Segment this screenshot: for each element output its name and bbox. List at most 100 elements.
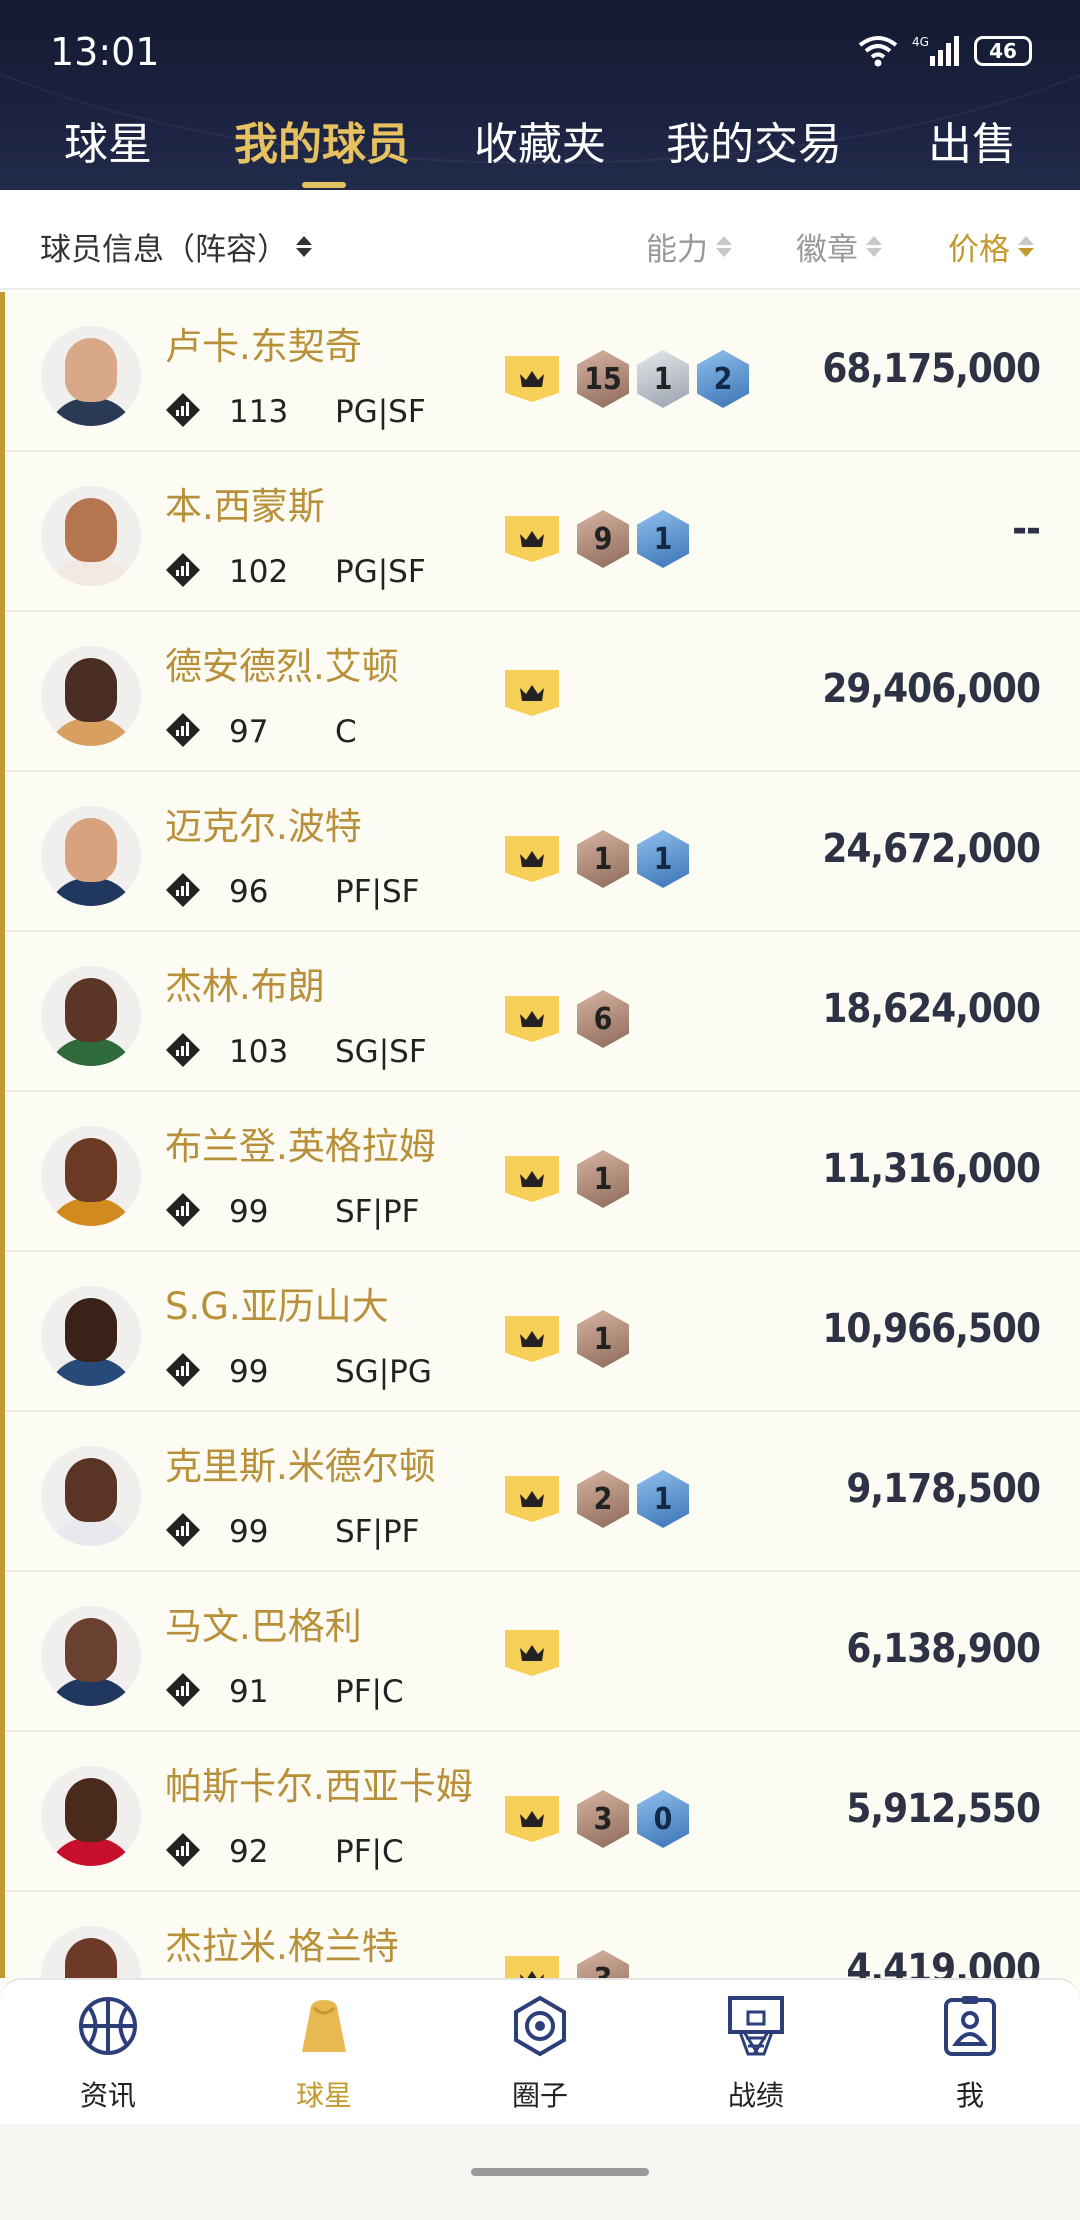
badge-bronze: 6 xyxy=(577,990,629,1048)
tab-my-trades[interactable]: 我的交易 xyxy=(666,108,842,172)
battery-icon: 46 xyxy=(974,36,1032,66)
crown-icon xyxy=(505,1316,559,1362)
tab-my-players[interactable]: 我的球员 xyxy=(234,108,410,172)
badge-bronze: 9 xyxy=(577,510,629,568)
player-position: SF|PF xyxy=(335,1194,420,1230)
player-list[interactable]: 卢卡.东契奇 113 PG|SF 15 1 2 68,175,000 本.西蒙斯 102 PG|S… xyxy=(0,292,1080,1978)
crown-icon xyxy=(505,1956,559,1978)
player-name: 帕斯卡尔.西亚卡姆 xyxy=(165,1765,473,1808)
sort-player-info[interactable]: 球员信息（阵容） xyxy=(40,224,312,269)
player-row[interactable]: 马文.巴格利 91 PF|C 6,138,900 xyxy=(5,1572,1080,1732)
player-ability: 92 xyxy=(229,1834,269,1870)
player-price: 4,419,000 xyxy=(846,1946,1041,1978)
sort-price[interactable]: 价格 xyxy=(948,224,1034,269)
player-avatar xyxy=(41,1126,141,1226)
badge-bronze: 1 xyxy=(577,830,629,888)
player-row[interactable]: 杰林.布朗 103 SG|SF 6 18,624,000 xyxy=(5,932,1080,1092)
player-avatar xyxy=(41,1286,141,1386)
player-ability: 99 xyxy=(229,1514,269,1550)
player-price: -- xyxy=(1012,506,1041,552)
nav-record[interactable]: 战绩 xyxy=(696,1994,816,2114)
nav-me-label: 我 xyxy=(955,2079,984,2112)
player-position: PF|SF xyxy=(335,874,420,910)
hexagon-circle-icon xyxy=(514,1995,566,2057)
player-ability: 99 xyxy=(229,1194,269,1230)
player-avatar xyxy=(41,1446,141,1546)
player-name: 马文.巴格利 xyxy=(165,1605,362,1648)
player-row[interactable]: 帕斯卡尔.西亚卡姆 92 PF|C 3 0 5,912,550 xyxy=(5,1732,1080,1892)
nav-circle[interactable]: 圈子 xyxy=(480,1994,600,2114)
crown-icon xyxy=(505,356,559,402)
player-ability: 96 xyxy=(229,874,269,910)
player-avatar xyxy=(41,1926,141,1978)
app-header: 13:01 4G 46 球星 我的球员 收藏夹 我的交易 出售 xyxy=(0,0,1080,190)
tab-favorites[interactable]: 收藏夹 xyxy=(474,108,606,172)
ability-diamond-icon xyxy=(166,553,200,587)
player-name: 杰林.布朗 xyxy=(165,965,325,1008)
wifi-icon xyxy=(858,36,898,67)
player-ability: 102 xyxy=(229,554,289,590)
sort-arrows-icon xyxy=(716,236,732,257)
player-ability: 97 xyxy=(229,714,269,750)
player-ability: 99 xyxy=(229,1354,269,1390)
player-position: C xyxy=(335,714,357,750)
sort-ability[interactable]: 能力 xyxy=(646,224,732,269)
nav-news[interactable]: 资讯 xyxy=(48,1994,168,2114)
nav-me[interactable]: 我 xyxy=(910,1994,1030,2114)
crown-icon xyxy=(505,836,559,882)
home-indicator[interactable] xyxy=(471,2168,649,2176)
nav-news-label: 资讯 xyxy=(79,2079,136,2112)
badge-blue: 1 xyxy=(637,830,689,888)
badge-group: 30 xyxy=(505,1790,689,1848)
crown-icon xyxy=(505,1630,559,1676)
nav-circle-label: 圈子 xyxy=(511,2079,568,2112)
player-row[interactable]: 本.西蒙斯 102 PG|SF 9 1 -- xyxy=(5,452,1080,612)
tab-sell[interactable]: 出售 xyxy=(928,108,1016,172)
ability-diamond-icon xyxy=(166,1513,200,1547)
badge-blue: 0 xyxy=(637,1790,689,1848)
tab-stars[interactable]: 球星 xyxy=(64,108,152,172)
nav-stars[interactable]: 球星 xyxy=(264,1994,384,2114)
player-row[interactable]: 德安德烈.艾顿 97 C 29,406,000 xyxy=(5,612,1080,772)
badge-group: 15 1 2 xyxy=(505,350,749,408)
badge-blue: 1 xyxy=(637,510,689,568)
badge-silver: 1 xyxy=(637,350,689,408)
badge-group: 3 xyxy=(505,1950,629,1978)
player-row[interactable]: 布兰登.英格拉姆 99 SF|PF 1 11,316,000 xyxy=(5,1092,1080,1252)
nav-record-label: 战绩 xyxy=(727,2079,784,2112)
badge-group: 11 xyxy=(505,830,689,888)
crown-icon xyxy=(505,1476,559,1522)
active-tab-indicator xyxy=(302,182,346,188)
player-name: 本.西蒙斯 xyxy=(165,485,325,528)
sort-arrows-icon xyxy=(296,236,312,257)
status-time: 13:01 xyxy=(50,30,160,74)
badge-group: 91 xyxy=(505,510,689,568)
player-price: 18,624,000 xyxy=(822,986,1041,1032)
player-price: 68,175,000 xyxy=(822,346,1041,392)
ability-diamond-icon xyxy=(166,713,200,747)
player-name: 卢卡.东契奇 xyxy=(165,325,362,368)
badge-bronze: 1 xyxy=(577,1310,629,1368)
player-position: SG|PG xyxy=(335,1354,432,1390)
nav-stars-label: 球星 xyxy=(295,2079,352,2112)
player-avatar xyxy=(41,806,141,906)
player-row[interactable]: S.G.亚历山大 99 SG|PG 1 10,966,500 xyxy=(5,1252,1080,1412)
player-row[interactable]: 杰拉米.格兰特 3 4,419,000 xyxy=(5,1892,1080,1978)
player-row[interactable]: 卢卡.东契奇 113 PG|SF 15 1 2 68,175,000 xyxy=(5,292,1080,452)
player-row[interactable]: 克里斯.米德尔顿 99 SF|PF 2 1 9,178,500 xyxy=(5,1412,1080,1572)
sort-price-label: 价格 xyxy=(948,232,1010,268)
player-price: 29,406,000 xyxy=(822,666,1041,712)
player-row[interactable]: 迈克尔.波特 96 PF|SF 1 1 24,672,000 xyxy=(5,772,1080,932)
signal-icon: 4G xyxy=(912,35,959,66)
ability-diamond-icon xyxy=(166,1833,200,1867)
badge-blue: 2 xyxy=(697,350,749,408)
badge-bronze: 1 xyxy=(577,1150,629,1208)
player-ability: 103 xyxy=(229,1034,289,1070)
badge-bronze: 2 xyxy=(577,1470,629,1528)
player-avatar xyxy=(41,1606,141,1706)
sort-badge[interactable]: 徽章 xyxy=(796,224,882,269)
sort-arrows-icon xyxy=(866,236,882,257)
player-avatar xyxy=(41,1766,141,1866)
player-name: 布兰登.英格拉姆 xyxy=(165,1125,436,1168)
player-price: 24,672,000 xyxy=(822,826,1041,872)
